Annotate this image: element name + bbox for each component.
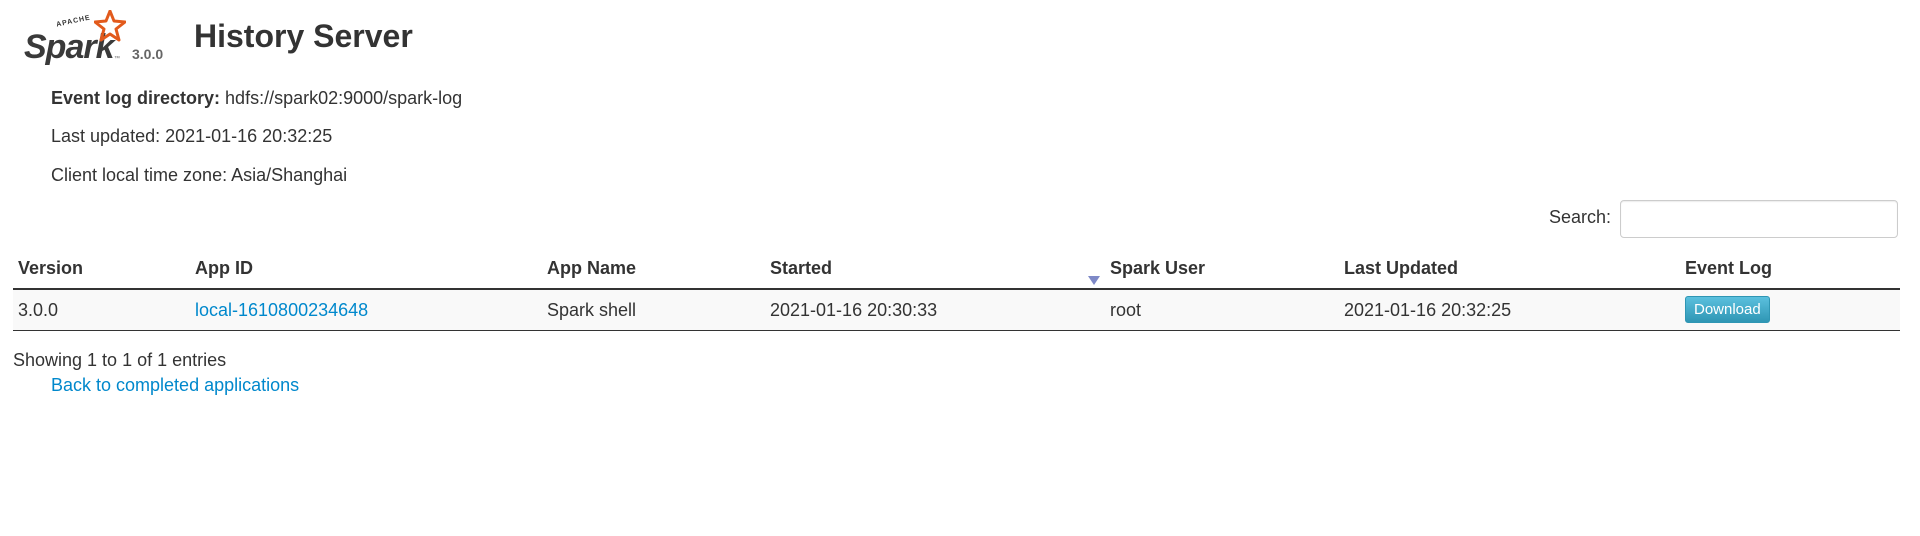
- event-log-directory: Event log directory: hdfs://spark02:9000…: [51, 88, 462, 109]
- search-input[interactable]: [1620, 200, 1898, 238]
- history-server-page: APACHE Spark ™ 3.0.0 History Server Even…: [0, 0, 1920, 536]
- cell-started: 2021-01-16 20:30:33: [770, 300, 938, 320]
- column-header-version[interactable]: Version: [18, 258, 83, 279]
- event-log-directory-value: hdfs://spark02:9000/spark-log: [225, 88, 463, 108]
- page-title: History Server: [194, 18, 413, 54]
- cell-last-updated: 2021-01-16 20:32:25: [1344, 300, 1512, 320]
- cell-app-name: Spark shell: [547, 300, 637, 320]
- column-header-last-updated[interactable]: Last Updated: [1344, 258, 1458, 279]
- column-header-spark-user[interactable]: Spark User: [1110, 258, 1205, 279]
- trademark-mark: ™: [114, 56, 120, 62]
- spark-star-icon: [94, 10, 126, 42]
- download-event-log-button[interactable]: Download: [1685, 296, 1770, 323]
- cell-spark-user: root: [1110, 300, 1142, 320]
- column-header-started[interactable]: Started: [770, 258, 832, 279]
- event-log-directory-label: Event log directory:: [51, 88, 221, 108]
- timezone-info: Client local time zone: Asia/Shanghai: [51, 165, 348, 185]
- search-label: Search:: [1549, 207, 1612, 227]
- table-row: 3.0.0 local-1610800234648 Spark shell 20…: [13, 290, 1900, 331]
- column-header-event-log[interactable]: Event Log: [1685, 258, 1772, 279]
- cell-app-id: local-1610800234648: [195, 300, 368, 321]
- table-header: Version App ID App Name Started Spark Us…: [13, 252, 1900, 290]
- cell-version: 3.0.0: [18, 300, 59, 320]
- entries-info: Showing 1 to 1 of 1 entries: [13, 350, 227, 370]
- app-id-link[interactable]: local-1610800234648: [195, 300, 368, 320]
- page-header: APACHE Spark ™: [24, 8, 129, 68]
- last-updated-info: Last updated: 2021-01-16 20:32:25: [51, 126, 333, 146]
- applications-table: Version App ID App Name Started Spark Us…: [13, 252, 1900, 331]
- sort-desc-icon[interactable]: [1088, 276, 1100, 285]
- logo-apache-text: APACHE: [55, 14, 92, 29]
- spark-logo[interactable]: APACHE Spark ™: [24, 8, 129, 68]
- back-to-completed-link[interactable]: Back to completed applications: [51, 375, 299, 396]
- column-header-app-id[interactable]: App ID: [195, 258, 253, 279]
- spark-version: 3.0.0: [132, 46, 164, 62]
- column-header-app-name[interactable]: App Name: [547, 258, 636, 279]
